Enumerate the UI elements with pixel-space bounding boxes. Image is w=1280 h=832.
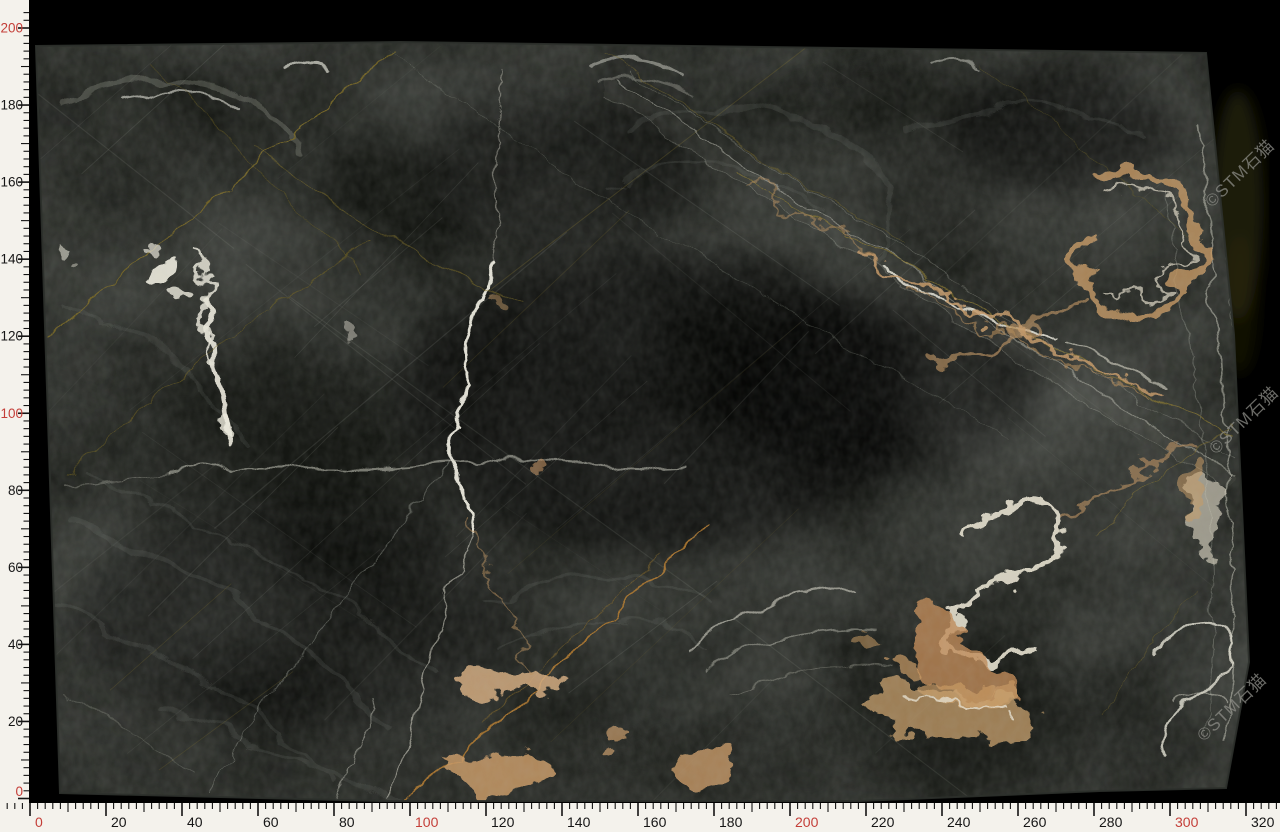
ruler-label: 200 [795,814,819,830]
ruler-label: 80 [8,483,23,498]
ruler-label: 140 [0,252,23,267]
ruler-label: 40 [187,814,203,830]
ruler-label: 240 [947,814,971,830]
ruler-label: 80 [339,814,355,830]
ruler-label: 300 [1175,814,1199,830]
ruler-label: 20 [111,814,127,830]
ruler-label: 0 [35,814,43,830]
ruler-label: 180 [719,814,743,830]
ruler-label: 20 [8,714,23,729]
slab-photo [0,0,1280,832]
ruler-label: 0 [15,784,23,799]
ruler-label: 200 [0,21,23,36]
ruler-label: 320 [1251,814,1275,830]
ruler-label: 160 [0,175,23,190]
left-ruler: 0 20 40 60 80 100 120 140 160 180 200 [0,0,29,832]
bottom-ruler: 0 20 40 60 80 100 120 140 160 180 200 220 240 260 280 3… [0,803,1280,832]
ruler-label: 160 [643,814,667,830]
ruler-label: 100 [415,814,439,830]
ruler-label: 120 [0,329,23,344]
slab-grain [28,36,1256,806]
ruler-label: 180 [0,98,23,113]
ruler-label: 40 [8,637,23,652]
ruler-label: 140 [567,814,591,830]
ruler-label: 120 [491,814,515,830]
slab-scan-viewport: 0 20 40 60 80 100 120 140 160 180 200 0 20 40 60 80 100… [0,0,1280,832]
ruler-label: 260 [1023,814,1047,830]
ruler-label: 100 [0,406,23,421]
ruler-label: 60 [263,814,279,830]
ruler-label: 60 [8,560,23,575]
ruler-label: 220 [871,814,895,830]
ruler-label: 280 [1099,814,1123,830]
